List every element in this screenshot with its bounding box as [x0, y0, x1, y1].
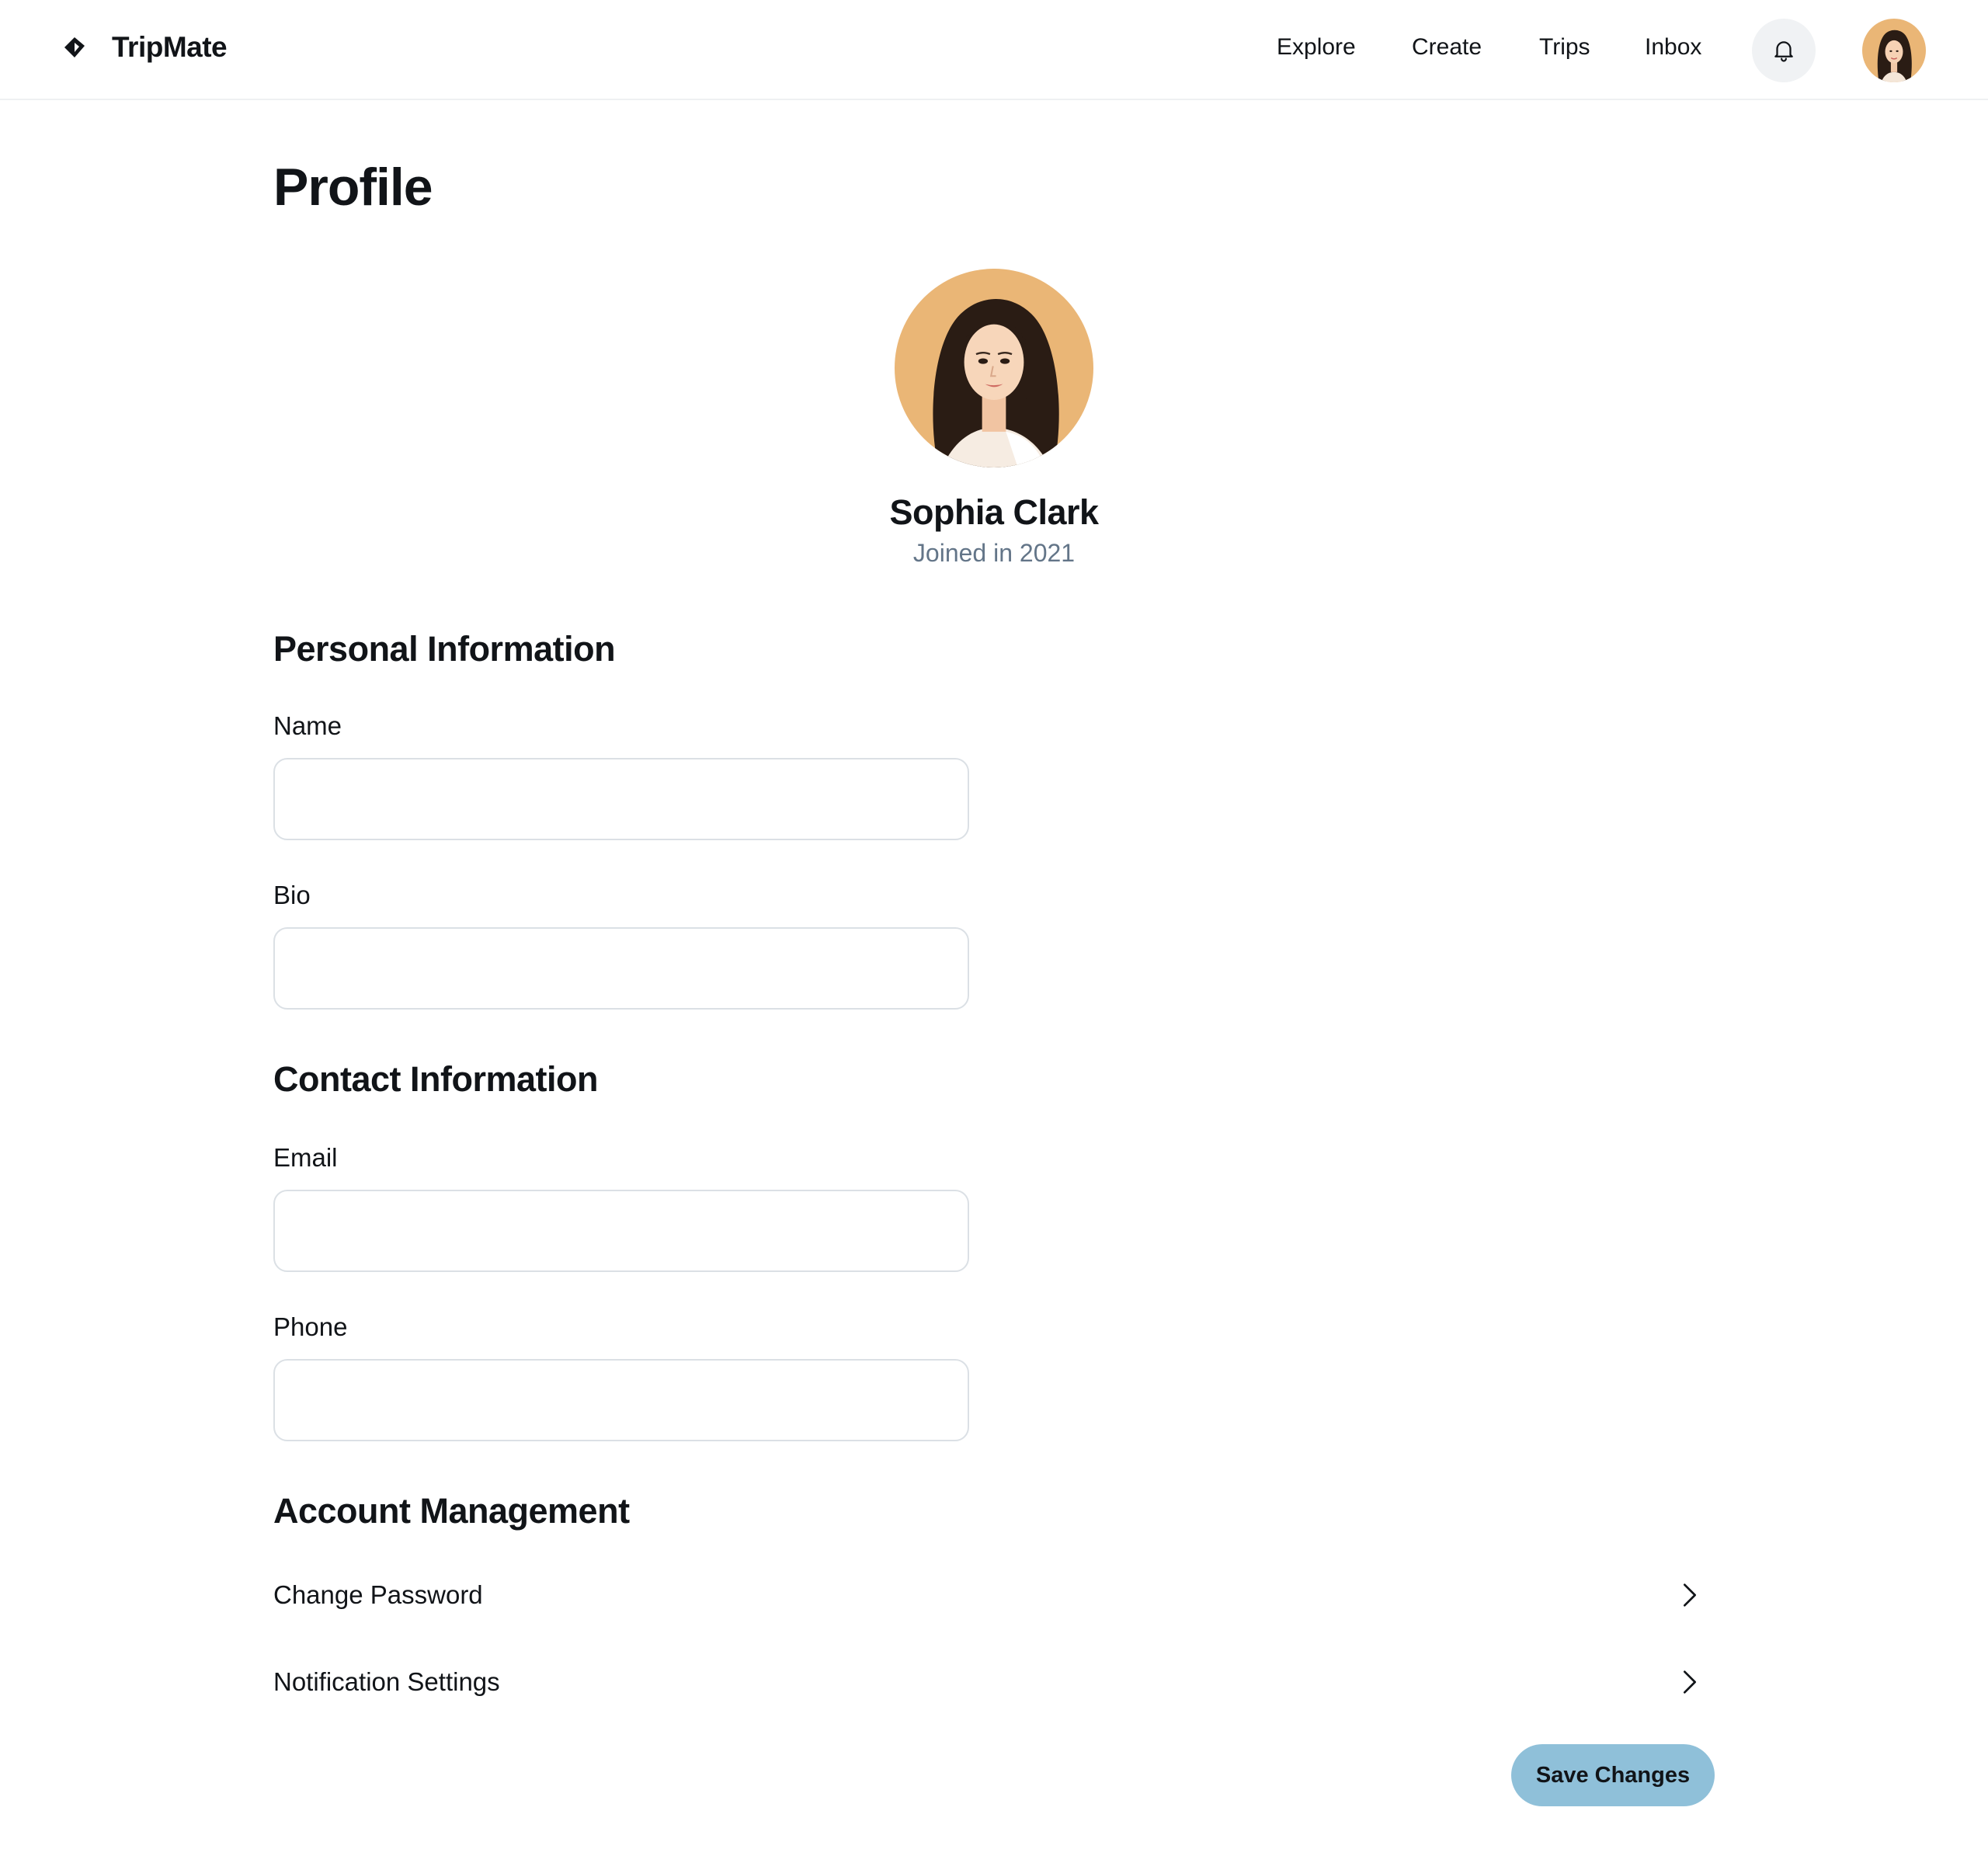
profile-avatar[interactable]: [895, 269, 1093, 467]
section-title-contact-information: Contact Information: [273, 1059, 598, 1099]
phone-label: Phone: [273, 1312, 348, 1341]
avatar-portrait: [895, 269, 1093, 467]
top-navigation-bar: TripMate Explore Create Trips Inbox: [0, 0, 1988, 100]
email-input[interactable]: [273, 1190, 969, 1272]
tripmate-logo-icon: [64, 37, 85, 57]
section-title-account-management: Account Management: [273, 1491, 630, 1531]
chevron-right-icon: [1684, 1670, 1696, 1694]
bell-icon: [1774, 41, 1793, 62]
brand[interactable]: TripMate: [62, 31, 228, 64]
name-input[interactable]: [273, 758, 969, 840]
change-password-label: Change Password: [273, 1580, 483, 1609]
profile-name: Sophia Clark: [889, 492, 1099, 532]
nav-trips[interactable]: Trips: [1539, 34, 1590, 61]
avatar-portrait: [1862, 19, 1926, 82]
notification-settings-label: Notification Settings: [273, 1667, 500, 1696]
notification-settings-row[interactable]: Notification Settings: [273, 1651, 1705, 1713]
change-password-row[interactable]: Change Password: [273, 1564, 1705, 1626]
chevron-right-icon: [1684, 1583, 1696, 1607]
phone-input[interactable]: [273, 1359, 969, 1441]
email-label: Email: [273, 1143, 338, 1172]
nav-explore[interactable]: Explore: [1277, 34, 1356, 61]
page-title: Profile: [273, 158, 433, 217]
notifications-button[interactable]: [1752, 19, 1816, 82]
nav-inbox[interactable]: Inbox: [1645, 34, 1701, 61]
bio-input[interactable]: [273, 927, 969, 1010]
save-changes-button[interactable]: Save Changes: [1511, 1744, 1715, 1806]
bio-label: Bio: [273, 881, 311, 909]
name-label: Name: [273, 711, 342, 740]
user-avatar-menu[interactable]: [1862, 19, 1926, 82]
section-title-personal-information: Personal Information: [273, 629, 616, 669]
profile-joined-date: Joined in 2021: [912, 539, 1076, 567]
nav-create[interactable]: Create: [1412, 34, 1482, 61]
brand-name: TripMate: [112, 31, 228, 63]
